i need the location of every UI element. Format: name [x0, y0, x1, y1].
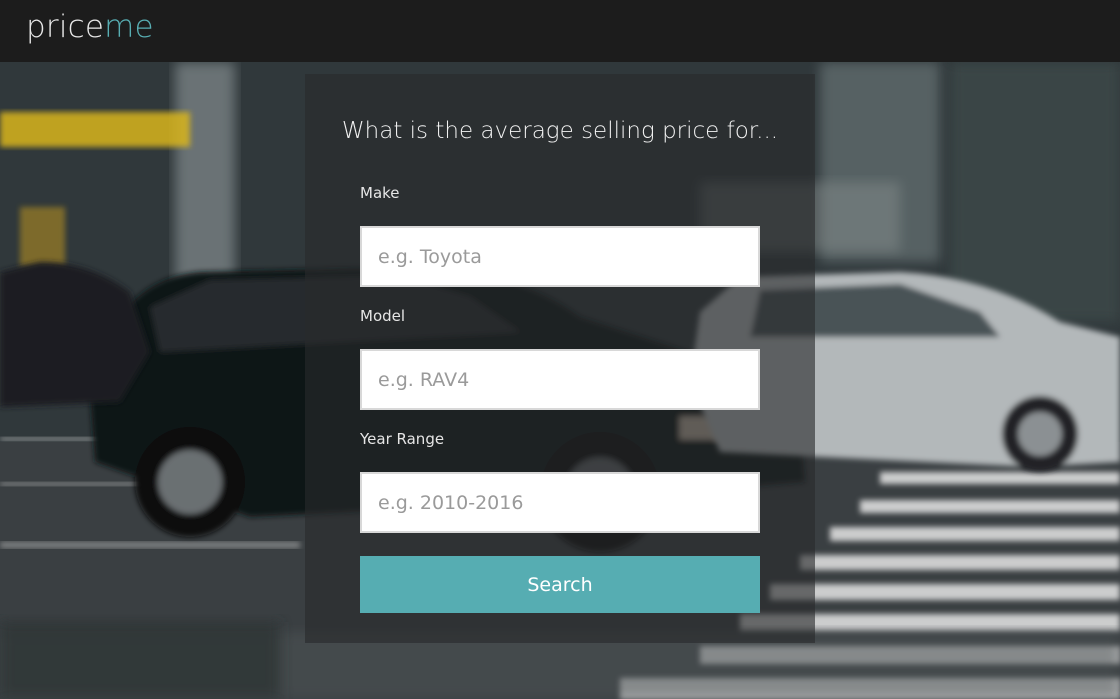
hero-background: What is the average selling price for...…: [0, 62, 1120, 699]
year-range-input[interactable]: [360, 472, 760, 533]
model-input[interactable]: [360, 349, 760, 410]
model-label: Model: [360, 307, 406, 325]
search-form-panel: What is the average selling price for...…: [305, 74, 815, 643]
top-navbar: priceme: [0, 0, 1120, 62]
brand-logo-part2: me: [104, 9, 154, 45]
make-label: Make: [360, 184, 400, 202]
year-range-label: Year Range: [360, 430, 445, 448]
form-heading: What is the average selling price for...: [341, 118, 779, 144]
search-button[interactable]: Search: [360, 556, 760, 613]
make-input[interactable]: [360, 226, 760, 287]
brand-logo-part1: price: [26, 9, 105, 45]
brand-logo[interactable]: priceme: [26, 9, 154, 45]
